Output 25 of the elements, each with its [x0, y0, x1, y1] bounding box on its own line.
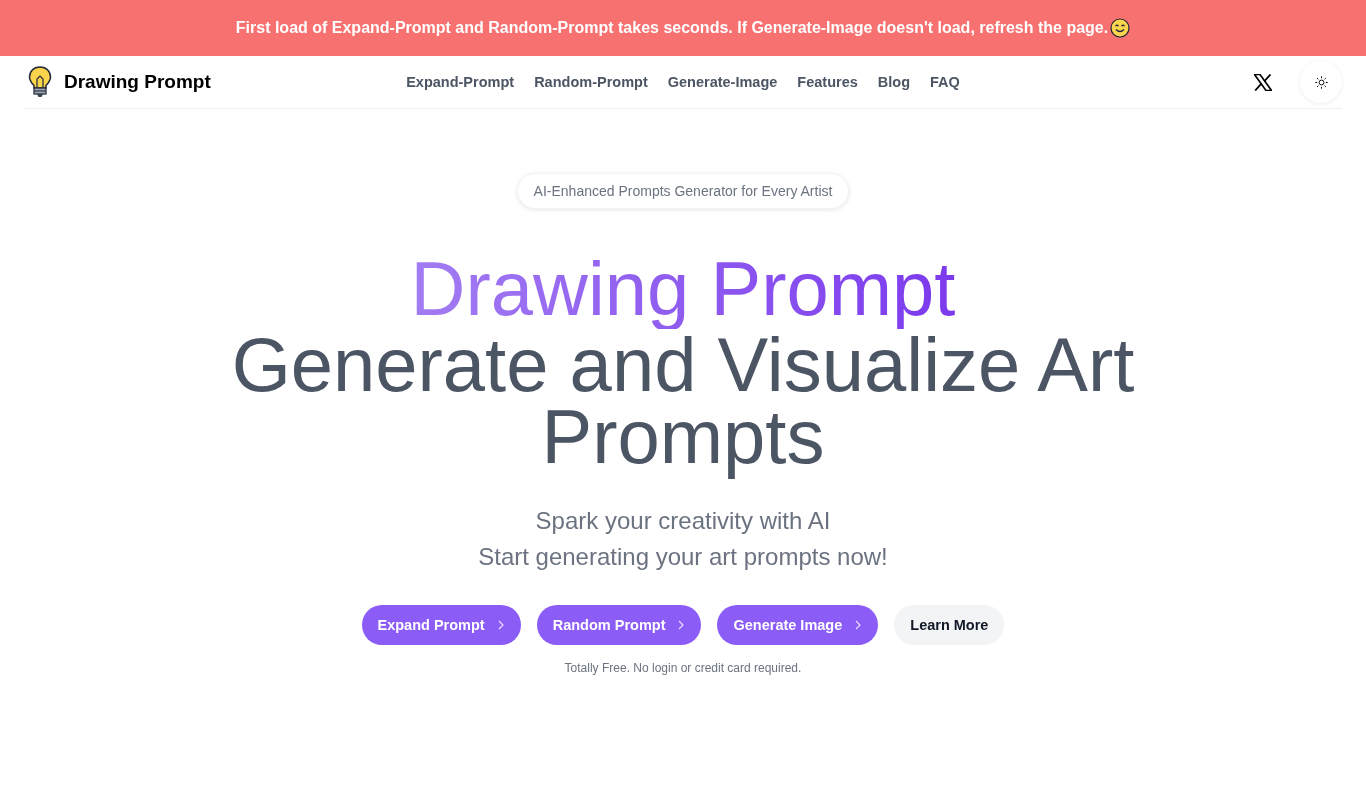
- chevron-right-icon: [677, 620, 686, 630]
- subtitle-text: Start generating your art prompts now!: [478, 543, 888, 571]
- primary-button[interactable]: Expand Prompt: [361, 605, 521, 645]
- chevron-right-icon: [854, 620, 863, 630]
- secondary-button[interactable]: Learn More: [894, 605, 1005, 645]
- nav-link[interactable]: Generate-Image: [667, 74, 778, 90]
- subtitle-text: Spark your creativity with AI: [535, 507, 831, 535]
- nav-link[interactable]: Blog: [877, 74, 910, 90]
- theme-toggle-button[interactable]: [1300, 61, 1342, 103]
- nav-link[interactable]: Random-Prompt: [534, 74, 648, 90]
- brand-name: Drawing Prompt: [64, 71, 211, 93]
- banner-text: First load of Expand-Prompt and Random-Prompt takes seconds. If Generate-Image doesn't load, refresh the page.: [235, 19, 1109, 37]
- nav-link[interactable]: Expand-Prompt: [406, 74, 515, 90]
- primary-button[interactable]: Generate Image: [717, 605, 879, 645]
- sun-icon: [1314, 75, 1328, 89]
- nav-link[interactable]: FAQ: [930, 74, 960, 90]
- x-logo-icon[interactable]: [1254, 73, 1272, 91]
- chevron-right-icon: [496, 620, 505, 630]
- note-text: Totally Free. No login or credit card required.: [564, 661, 802, 675]
- hero-headline: Generate and Visualize Art Prompts: [230, 329, 1136, 481]
- tagline-badge: AI-Enhanced Prompts Generator for Every Artist: [516, 173, 850, 209]
- smiley-emoji-icon: [1110, 18, 1131, 38]
- primary-button[interactable]: Random Prompt: [536, 605, 702, 645]
- nav-link[interactable]: Features: [797, 74, 858, 90]
- light-bulb-icon: [28, 66, 52, 98]
